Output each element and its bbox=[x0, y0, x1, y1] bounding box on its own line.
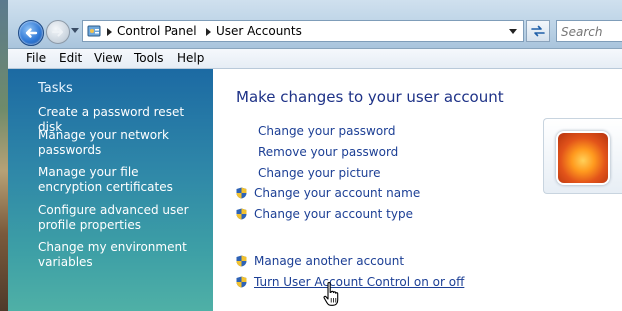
tasks-heading: Tasks bbox=[38, 81, 73, 96]
breadcrumb-user-accounts[interactable]: User Accounts bbox=[216, 24, 302, 38]
task-change-environment-variables[interactable]: Change my environment variables bbox=[38, 240, 188, 270]
task-manage-network-passwords[interactable]: Manage your network passwords bbox=[38, 128, 173, 158]
remove-password-link[interactable]: Remove your password bbox=[258, 145, 398, 159]
search-input[interactable] bbox=[561, 23, 622, 41]
address-box[interactable]: Control Panel User Accounts bbox=[82, 20, 524, 42]
turn-uac-on-off-link[interactable]: Turn User Account Control on or off bbox=[254, 275, 464, 289]
forward-button[interactable] bbox=[46, 20, 70, 44]
recent-pages-dropdown[interactable] bbox=[71, 28, 79, 33]
flower-picture-icon bbox=[558, 133, 608, 183]
breadcrumb-separator bbox=[206, 28, 211, 36]
uac-shield-icon bbox=[236, 187, 247, 199]
search-box[interactable] bbox=[556, 20, 622, 42]
menu-edit[interactable]: Edit bbox=[59, 51, 82, 65]
task-manage-file-encryption-certificates[interactable]: Manage your file encryption certificates bbox=[38, 165, 203, 195]
change-account-type-link[interactable]: Change your account type bbox=[254, 207, 413, 221]
forward-arrow-icon bbox=[52, 27, 63, 37]
manage-another-account-link[interactable]: Manage another account bbox=[254, 254, 404, 268]
uac-shield-icon bbox=[236, 255, 247, 267]
change-account-name-link[interactable]: Change your account name bbox=[254, 186, 420, 200]
refresh-button[interactable] bbox=[526, 20, 550, 42]
navigation-bar: Control Panel User Accounts bbox=[8, 0, 622, 49]
back-button[interactable] bbox=[18, 20, 44, 46]
control-panel-icon bbox=[87, 25, 101, 37]
menu-view[interactable]: View bbox=[94, 51, 122, 65]
menu-bar: File Edit View Tools Help bbox=[8, 49, 622, 69]
refresh-icon bbox=[531, 25, 545, 37]
hand-cursor-icon bbox=[323, 282, 339, 306]
menu-help[interactable]: Help bbox=[177, 51, 204, 65]
page-title: Make changes to your user account bbox=[236, 88, 504, 106]
change-picture-link[interactable]: Change your picture bbox=[258, 166, 380, 180]
breadcrumb-separator bbox=[107, 28, 112, 36]
address-dropdown-icon[interactable] bbox=[509, 29, 517, 34]
breadcrumb-control-panel[interactable]: Control Panel bbox=[117, 24, 197, 38]
user-account-picture[interactable] bbox=[543, 118, 622, 194]
tasks-pane: Tasks Create a password reset disk Manag… bbox=[8, 69, 213, 311]
menu-tools[interactable]: Tools bbox=[134, 51, 164, 65]
task-configure-advanced-user-profile[interactable]: Configure advanced user profile properti… bbox=[38, 203, 214, 233]
change-password-link[interactable]: Change your password bbox=[258, 124, 396, 138]
uac-shield-icon bbox=[236, 208, 247, 220]
main-content: Make changes to your user account Change… bbox=[213, 69, 622, 311]
back-arrow-icon bbox=[25, 28, 38, 38]
uac-shield-icon bbox=[236, 276, 247, 288]
menu-file[interactable]: File bbox=[26, 51, 46, 65]
desktop-background bbox=[0, 0, 8, 311]
